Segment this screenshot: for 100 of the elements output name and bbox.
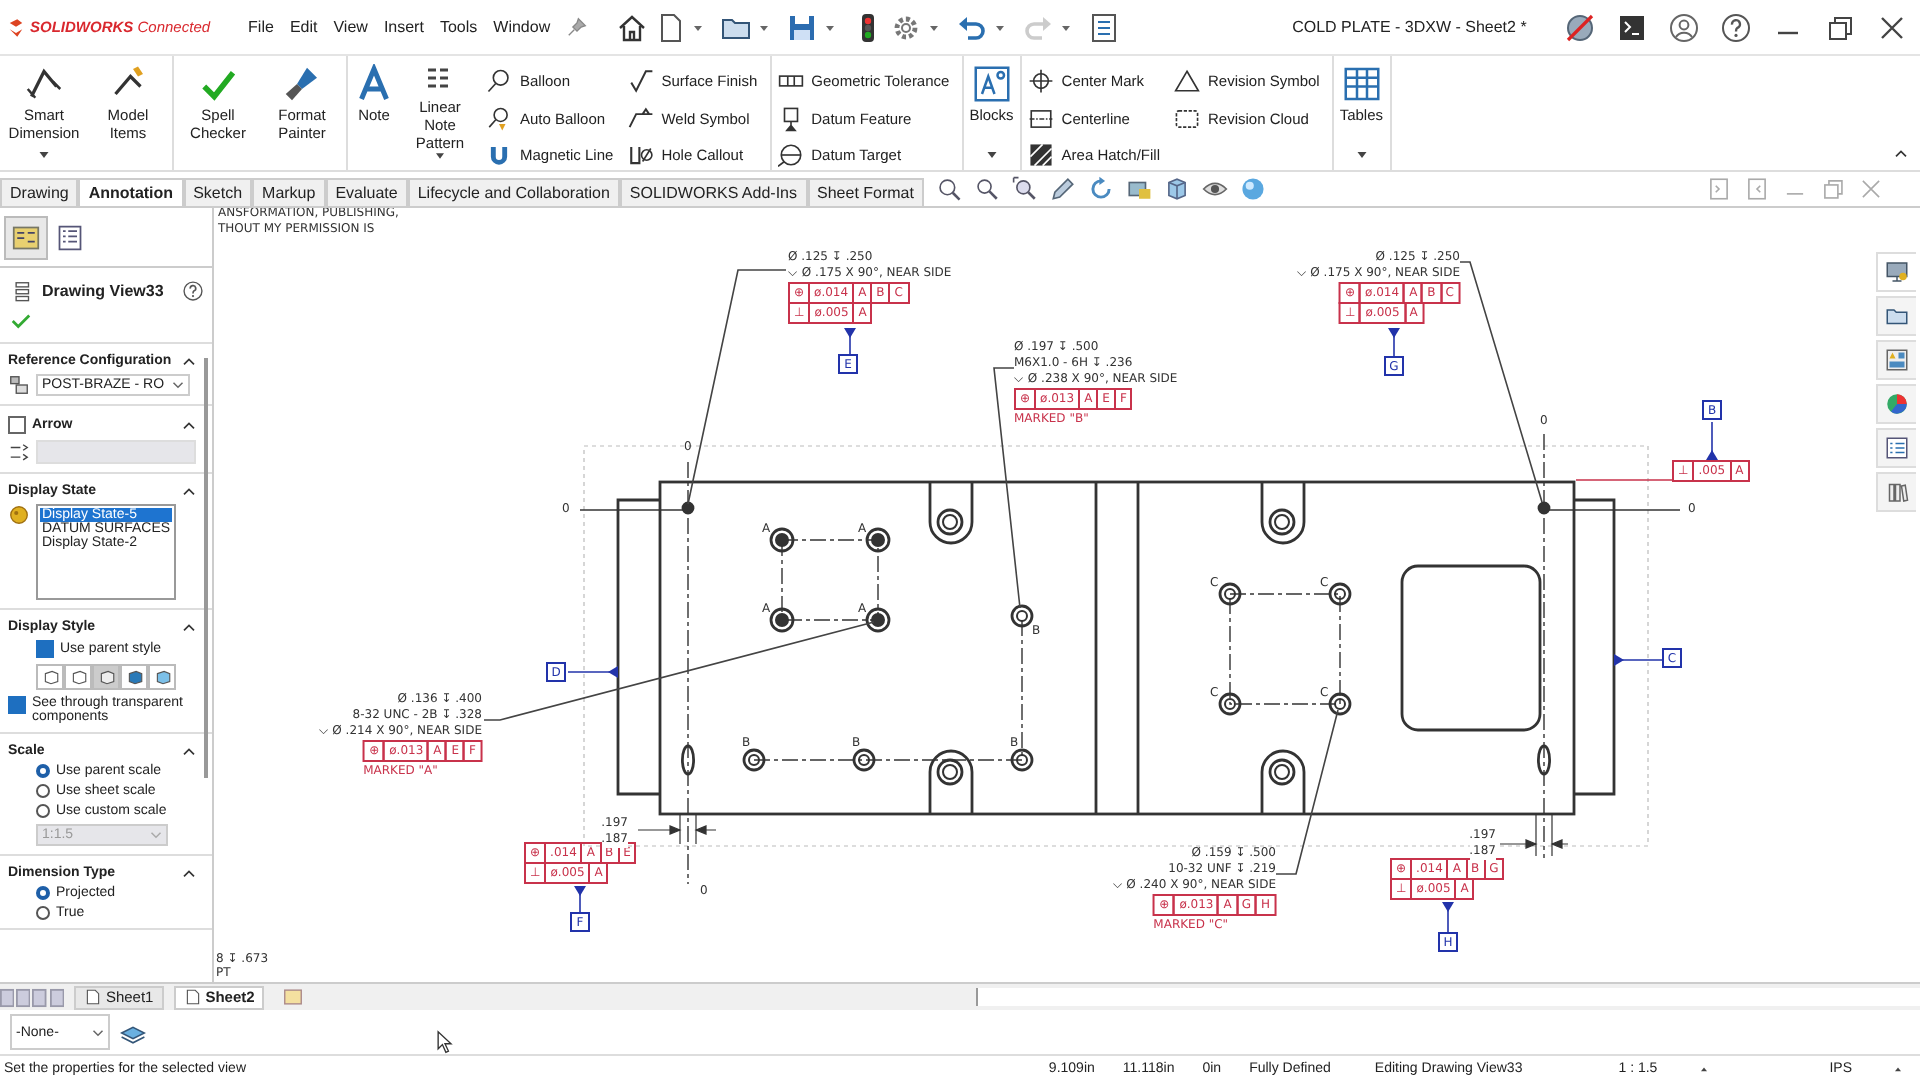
magnifier-icon[interactable]: [935, 176, 962, 202]
radio-button[interactable]: [36, 886, 50, 900]
triangle-icon: [1173, 68, 1200, 94]
view-tree-icon[interactable]: [4, 216, 48, 260]
ok-check-icon[interactable]: [10, 310, 32, 332]
display-state-icon: [8, 504, 30, 526]
display-style-button[interactable]: [36, 664, 64, 690]
box-icon: [125, 668, 143, 686]
caret-icon[interactable]: [1697, 1063, 1710, 1073]
center-mark-icon: [1027, 67, 1054, 94]
menu-item[interactable]: Window: [493, 18, 551, 36]
paintbrush-icon: [282, 64, 322, 104]
save-icon[interactable]: [786, 11, 819, 43]
datum-connector: [1388, 327, 1400, 357]
radio-button[interactable]: [36, 804, 50, 818]
datum-connector: [1706, 421, 1718, 461]
scrollbar[interactable]: [976, 988, 1920, 1006]
radio-button[interactable]: [36, 764, 50, 778]
folder-icon[interactable]: [1875, 296, 1915, 336]
ribbon-tab[interactable]: Evaluate: [325, 178, 408, 206]
arrow-checkbox[interactable]: [8, 416, 26, 434]
datum-target-icon: [777, 142, 804, 169]
datum-connector: [567, 666, 619, 678]
list-icon[interactable]: [1088, 11, 1121, 43]
checkbox[interactable]: [8, 696, 26, 714]
zoom-fit-icon[interactable]: [973, 176, 1000, 202]
cube-icon[interactable]: [1163, 176, 1190, 202]
caret-icon[interactable]: [1355, 150, 1368, 160]
home-icon[interactable]: [616, 11, 649, 43]
arrow-label-field[interactable]: [36, 440, 196, 464]
help-icon[interactable]: [182, 280, 204, 302]
ribbon-tab[interactable]: Lifecycle and Collaboration: [407, 178, 620, 206]
display-style-button[interactable]: [120, 664, 148, 690]
leader-line: [1575, 479, 1673, 481]
slashed-globe-icon[interactable]: [1564, 11, 1596, 43]
table-icon: [1341, 64, 1382, 104]
centerline-icon: [1027, 105, 1054, 131]
monitor-icon[interactable]: [1875, 252, 1915, 292]
caret-icon[interactable]: [1892, 1063, 1904, 1073]
sheet-icon: [183, 988, 202, 1006]
undo-icon[interactable]: [956, 11, 989, 43]
ribbon-tab[interactable]: Drawing: [0, 178, 79, 206]
menu-item[interactable]: Edit: [289, 18, 318, 36]
configuration-icon: [8, 374, 30, 396]
display-style-button[interactable]: [148, 664, 176, 690]
restore-icon[interactable]: [1824, 11, 1856, 43]
rotate-icon[interactable]: [1087, 176, 1114, 202]
menu-item[interactable]: Insert: [383, 18, 424, 36]
checkbox[interactable]: [36, 640, 54, 658]
panel-title: Drawing View33: [42, 282, 164, 300]
arrow-label-icon: [8, 441, 30, 463]
add-sheet-icon[interactable]: [282, 986, 305, 1008]
user-icon[interactable]: [1668, 11, 1700, 43]
surface-finish-icon: [627, 67, 654, 94]
dimension-line: [637, 813, 717, 845]
collapse-icon[interactable]: [182, 746, 196, 756]
collapse-icon[interactable]: [182, 868, 196, 878]
caret-icon[interactable]: [985, 150, 998, 160]
chevron-icon: [172, 380, 185, 390]
ribbon-tab[interactable]: Sketch: [183, 178, 253, 206]
block-icon: [971, 64, 1012, 104]
ribbon-tab[interactable]: Annotation: [78, 178, 184, 206]
help-icon[interactable]: [1720, 11, 1752, 43]
pin-icon[interactable]: [566, 16, 589, 38]
ribbon-tab[interactable]: Sheet Format: [807, 178, 924, 206]
view-palette-icon[interactable]: [1875, 340, 1915, 380]
display-style-button[interactable]: [64, 664, 92, 690]
zoom-area-icon[interactable]: [1011, 176, 1038, 202]
collapse-icon[interactable]: [182, 622, 196, 632]
ribbon-tab[interactable]: Markup: [252, 178, 326, 206]
weld-symbol-icon: [627, 105, 654, 131]
books-icon[interactable]: [1875, 472, 1915, 512]
property-list-icon[interactable]: [1875, 428, 1915, 468]
datum-connector: [1442, 901, 1454, 933]
collapse-icon[interactable]: [182, 356, 196, 366]
terminal-icon[interactable]: [1616, 11, 1648, 43]
close-icon[interactable]: [1876, 11, 1908, 43]
chevron-icon: [150, 830, 162, 840]
note-icon: [354, 64, 394, 104]
radio-button[interactable]: [36, 906, 50, 920]
pencil-icon[interactable]: [1049, 176, 1076, 202]
sphere-icon[interactable]: [1239, 176, 1266, 202]
tile-right-icon[interactable]: [1744, 176, 1770, 202]
caret-icon[interactable]: [38, 150, 50, 160]
ribbon-tab[interactable]: SOLIDWORKS Add-Ins: [619, 178, 808, 206]
color-wheel-icon[interactable]: [1875, 384, 1915, 424]
menu-item[interactable]: Tools: [439, 18, 478, 36]
menu-item[interactable]: File: [248, 18, 274, 36]
hatch-icon: [1027, 142, 1054, 169]
collapse-icon[interactable]: [182, 486, 196, 496]
tile-left-icon[interactable]: [1706, 176, 1732, 202]
menu-item[interactable]: View: [333, 18, 368, 36]
display-style-button[interactable]: [92, 664, 120, 690]
collapse-icon[interactable]: [1894, 148, 1908, 158]
caret-icon[interactable]: [434, 152, 446, 160]
scrollbar[interactable]: [204, 358, 208, 778]
collapse-icon[interactable]: [182, 420, 196, 430]
settings-icon[interactable]: [890, 11, 923, 43]
radio-button[interactable]: [36, 784, 50, 798]
box-icon: [41, 668, 59, 686]
